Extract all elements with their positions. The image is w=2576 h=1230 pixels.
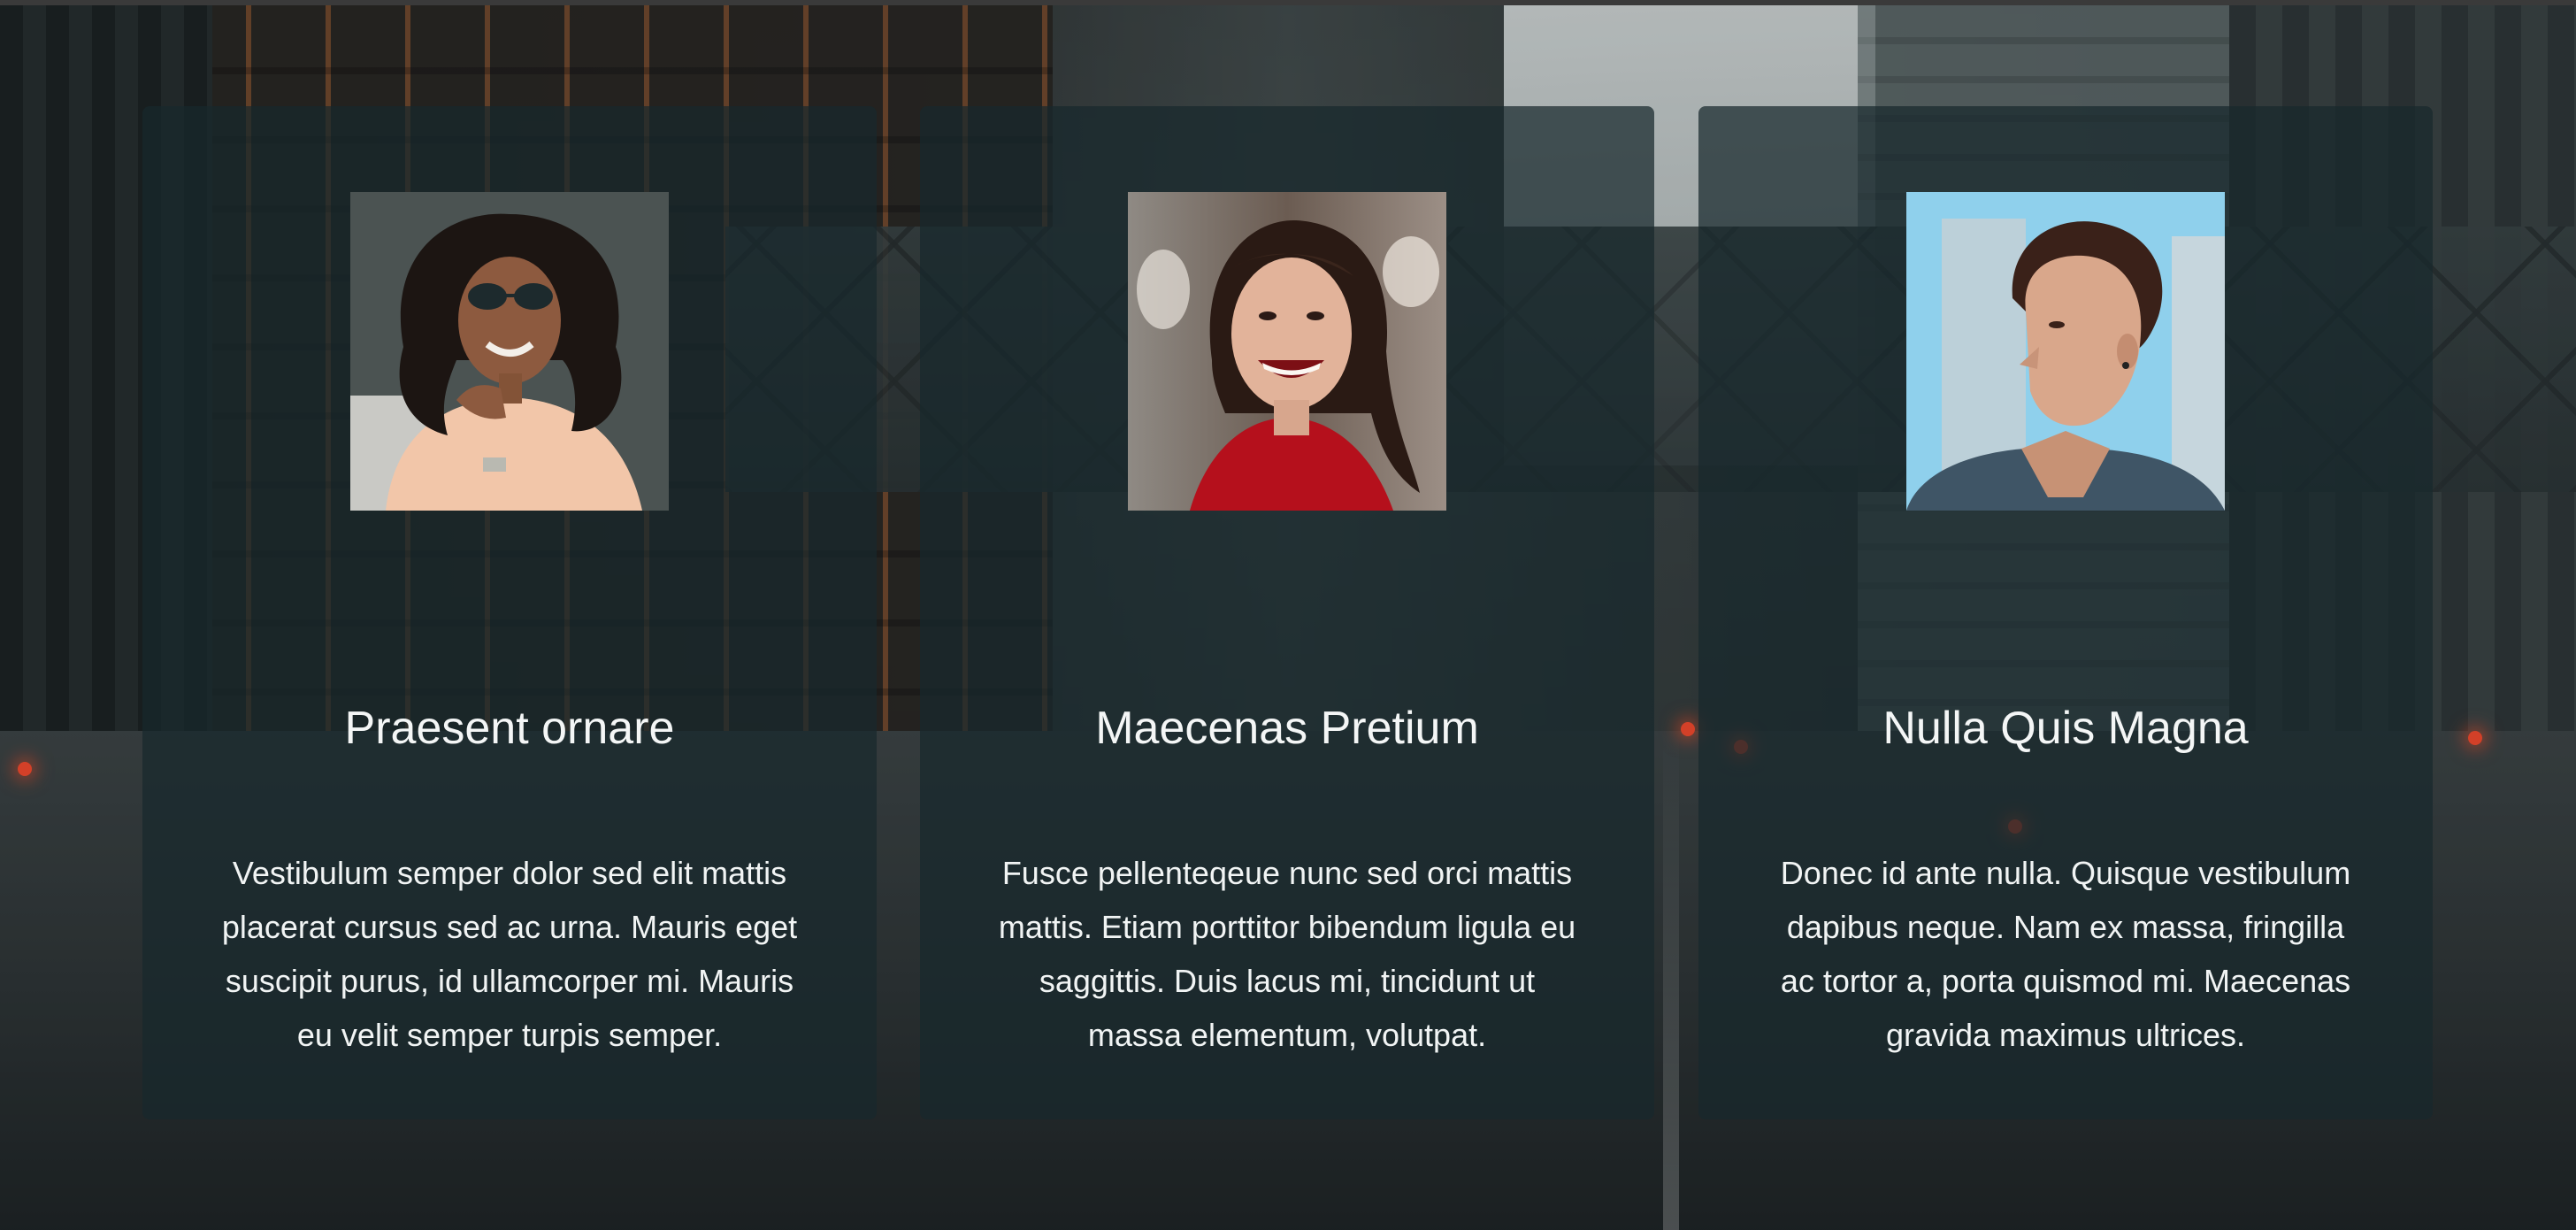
avatar-photo (1128, 192, 1446, 511)
woman-with-sunglasses-portrait (350, 192, 669, 511)
avatar-photo (350, 192, 669, 511)
card-title: Nulla Quis Magna (1882, 703, 2249, 754)
smiling-woman-portrait (1128, 192, 1446, 511)
card-description: Fusce pellenteqeue nunc sed orci mattis … (998, 855, 1576, 1053)
team-card: Maecenas Pretium Fusce pellenteqeue nunc… (920, 106, 1654, 1119)
card-title: Praesent ornare (344, 703, 675, 754)
card-title: Maecenas Pretium (1095, 703, 1479, 754)
team-cards: Praesent ornare Vestibulum semper dolor … (0, 0, 2576, 1230)
card-description: Donec id ante nulla. Quisque vestibulum … (1780, 855, 2351, 1053)
card-description: Vestibulum semper dolor sed elit mattis … (221, 855, 798, 1053)
browser-top-edge (0, 0, 2576, 5)
team-card: Praesent ornare Vestibulum semper dolor … (142, 106, 877, 1119)
avatar-photo (1906, 192, 2225, 511)
team-card: Nulla Quis Magna Donec id ante nulla. Qu… (1698, 106, 2433, 1119)
man-profile-portrait (1906, 192, 2225, 511)
